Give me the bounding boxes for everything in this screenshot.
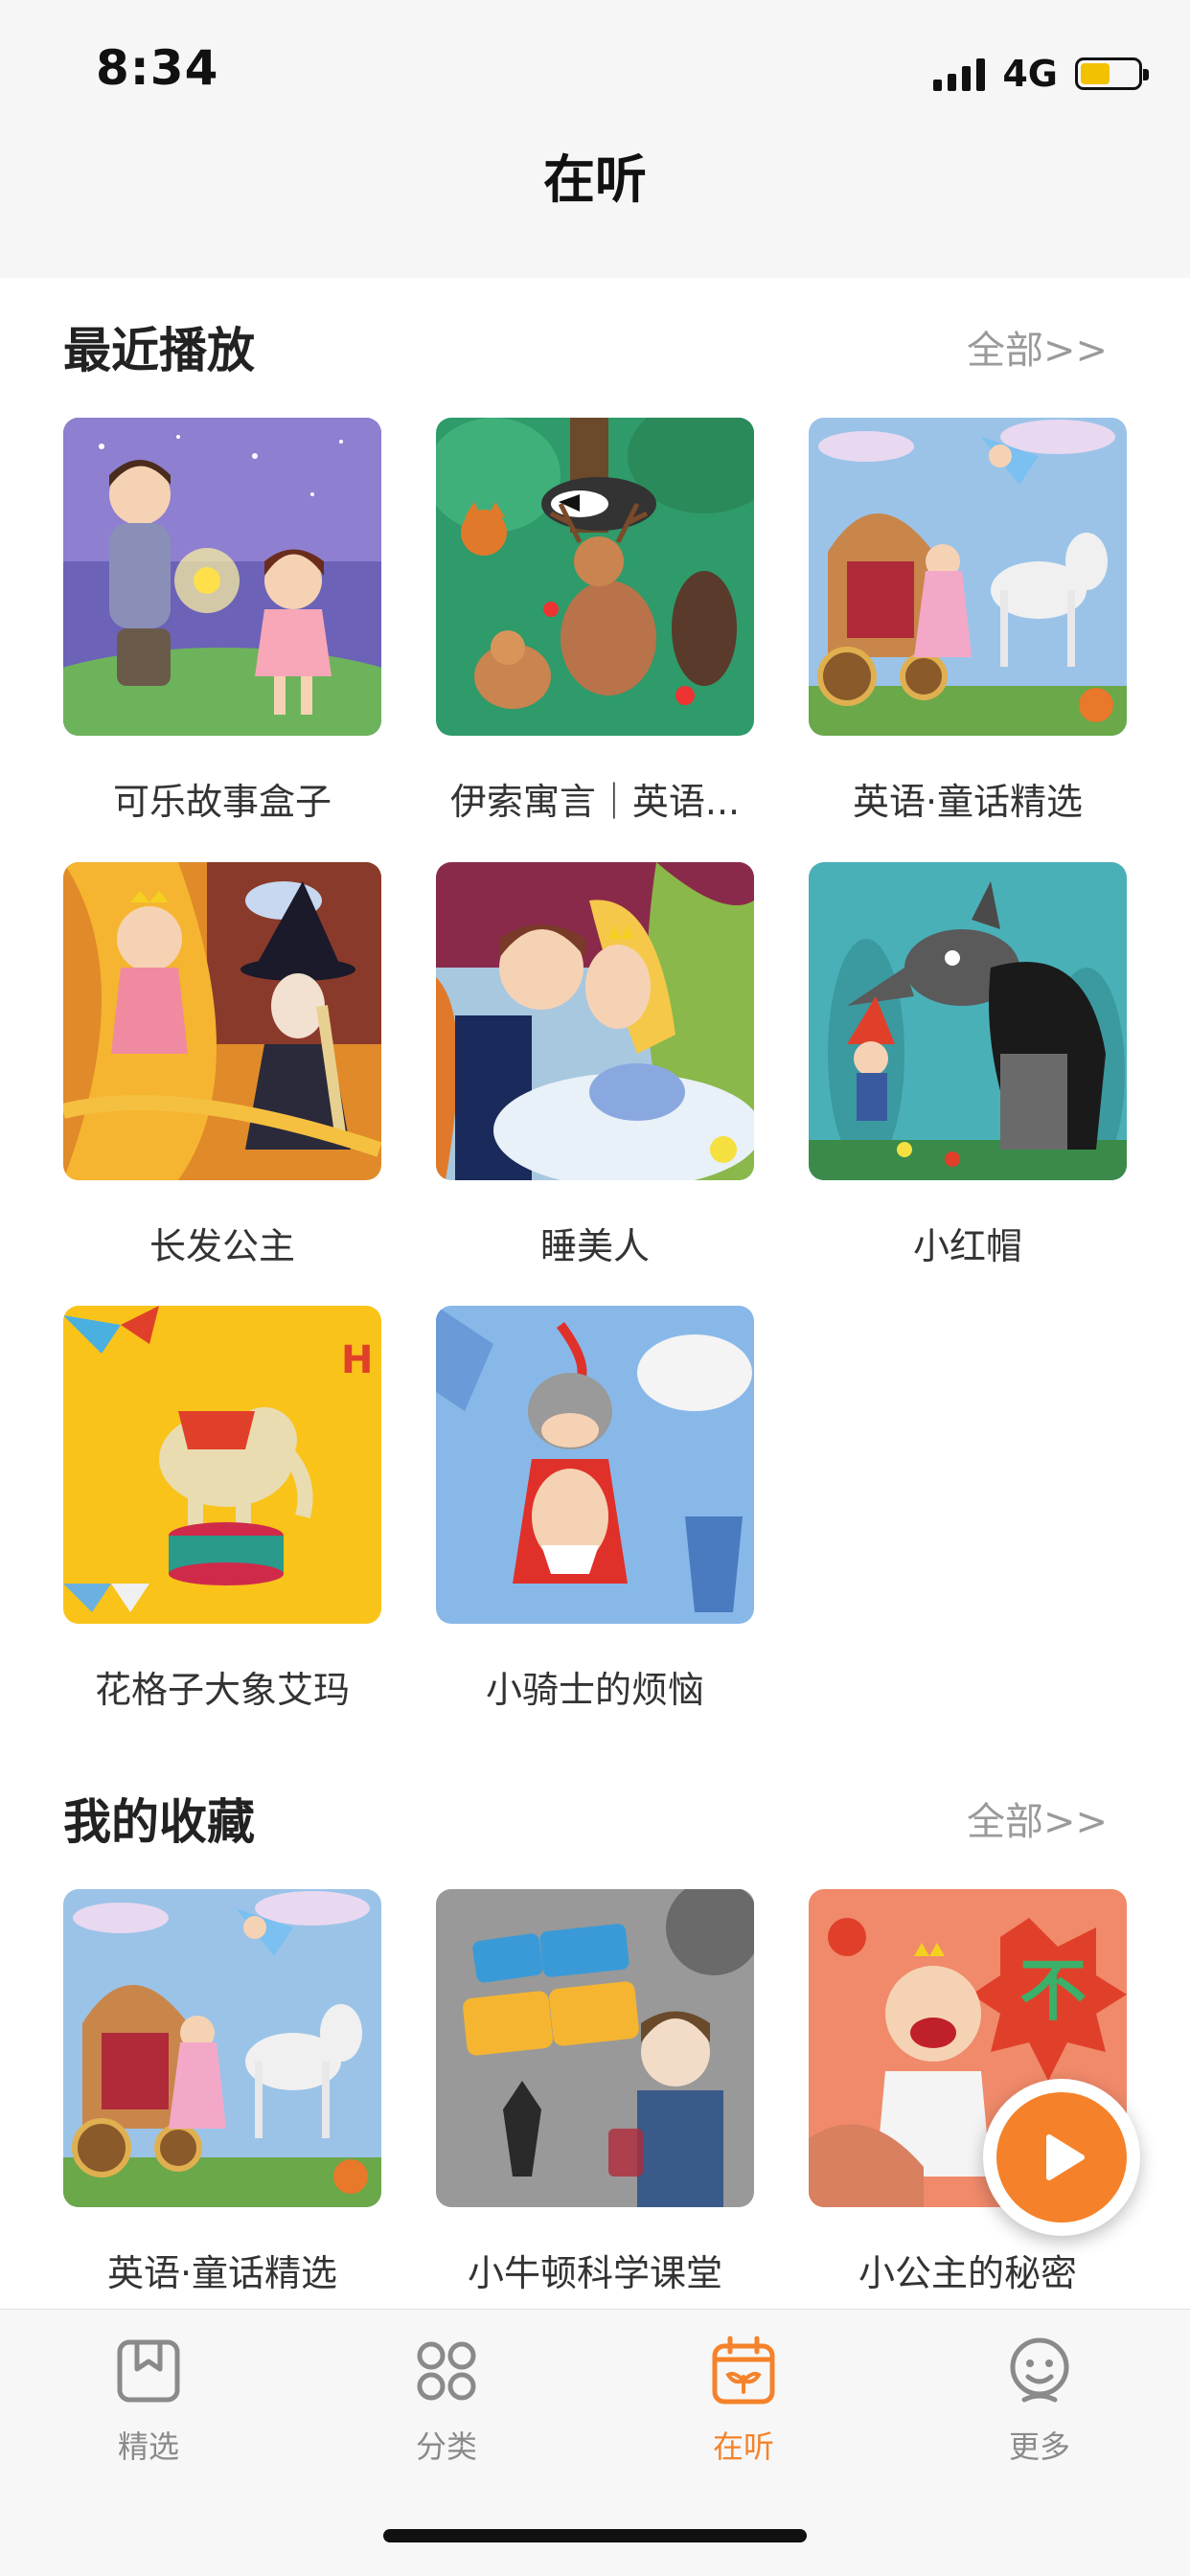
play-button[interactable] — [983, 2079, 1140, 2236]
tab-category[interactable]: 分类 — [351, 2333, 542, 2467]
svg-text:H: H — [341, 1338, 373, 1382]
item-label: 花格子大象艾玛 — [94, 1669, 350, 1711]
page-title: 在听 — [543, 148, 647, 210]
item-label: 可乐故事盒子 — [112, 781, 332, 823]
item-label: 小牛顿科学课堂 — [467, 2252, 722, 2294]
cover-night-boy-girl — [63, 418, 381, 736]
status-bar: 8:34 4G — [0, 0, 1190, 144]
play-icon — [996, 2092, 1127, 2223]
item-label: 英语·童话精选 — [106, 2252, 338, 2294]
home-indicator — [383, 2529, 807, 2542]
tab-featured[interactable]: 精选 — [53, 2333, 244, 2467]
tab-label: 分类 — [415, 2428, 477, 2465]
recent-item[interactable]: 长发公主 — [63, 862, 381, 1269]
recent-item[interactable]: 伊索寓言｜英语... — [436, 418, 754, 825]
cover-wolf-red-hood — [809, 862, 1127, 1180]
battery-icon — [1075, 57, 1149, 90]
nav-header: 在听 — [0, 144, 1190, 278]
favorite-item[interactable]: 英语·童话精选 — [63, 1889, 381, 2296]
cover-forest-animals — [436, 418, 754, 736]
tab-listening[interactable]: 在听 — [648, 2333, 839, 2467]
recent-section-title: 最近播放 — [63, 323, 255, 378]
recent-see-all-link[interactable]: 全部>> — [967, 319, 1108, 375]
recent-section-header: 最近播放 全部>> — [63, 308, 1127, 385]
favorite-item[interactable]: 小牛顿科学课堂 — [436, 1889, 754, 2296]
calendar-sprout-icon — [705, 2333, 782, 2409]
recent-item[interactable]: 英语·童话精选 — [809, 418, 1127, 825]
cover-carriage-princess — [63, 1889, 381, 2207]
cover-rapunzel-witch — [63, 862, 381, 1180]
item-label: 睡美人 — [539, 1225, 650, 1267]
status-indicators: 4G — [933, 50, 1149, 98]
tab-label: 在听 — [712, 2428, 774, 2465]
network-label: 4G — [1002, 53, 1058, 95]
tab-label: 更多 — [1008, 2428, 1070, 2465]
item-label: 伊索寓言｜英语... — [449, 781, 741, 823]
bookmark-icon — [110, 2333, 187, 2409]
item-label: 小红帽 — [912, 1225, 1022, 1267]
cover-elephant-circus: H — [63, 1306, 381, 1624]
favorites-section-title: 我的收藏 — [63, 1794, 255, 1850]
smiley-icon — [1001, 2333, 1078, 2409]
recent-item[interactable]: 小骑士的烦恼 — [436, 1306, 754, 1713]
cover-carriage-princess — [809, 418, 1127, 736]
favorites-see-all-link[interactable]: 全部>> — [967, 1790, 1108, 1846]
svg-text:不: 不 — [1019, 1951, 1087, 2030]
signal-icon — [933, 57, 986, 91]
item-label: 长发公主 — [149, 1225, 295, 1267]
tab-label: 精选 — [117, 2428, 179, 2465]
recent-item[interactable]: 小红帽 — [809, 862, 1127, 1269]
recent-item[interactable]: H 花格子大象艾玛 — [63, 1306, 381, 1713]
recent-item[interactable]: 可乐故事盒子 — [63, 418, 381, 825]
item-label: 小骑士的烦恼 — [485, 1669, 704, 1711]
status-time: 8:34 — [96, 40, 219, 96]
recent-item[interactable]: 睡美人 — [436, 862, 754, 1269]
cover-sleeping-beauty — [436, 862, 754, 1180]
favorites-section-header: 我的收藏 全部>> — [63, 1780, 1127, 1857]
cover-little-knight — [436, 1306, 754, 1624]
tab-more[interactable]: 更多 — [944, 2333, 1135, 2467]
item-label: 小公主的秘密 — [858, 2252, 1077, 2294]
item-label: 英语·童话精选 — [852, 781, 1084, 823]
grid-icon — [408, 2333, 485, 2409]
cover-science-class — [436, 1889, 754, 2207]
